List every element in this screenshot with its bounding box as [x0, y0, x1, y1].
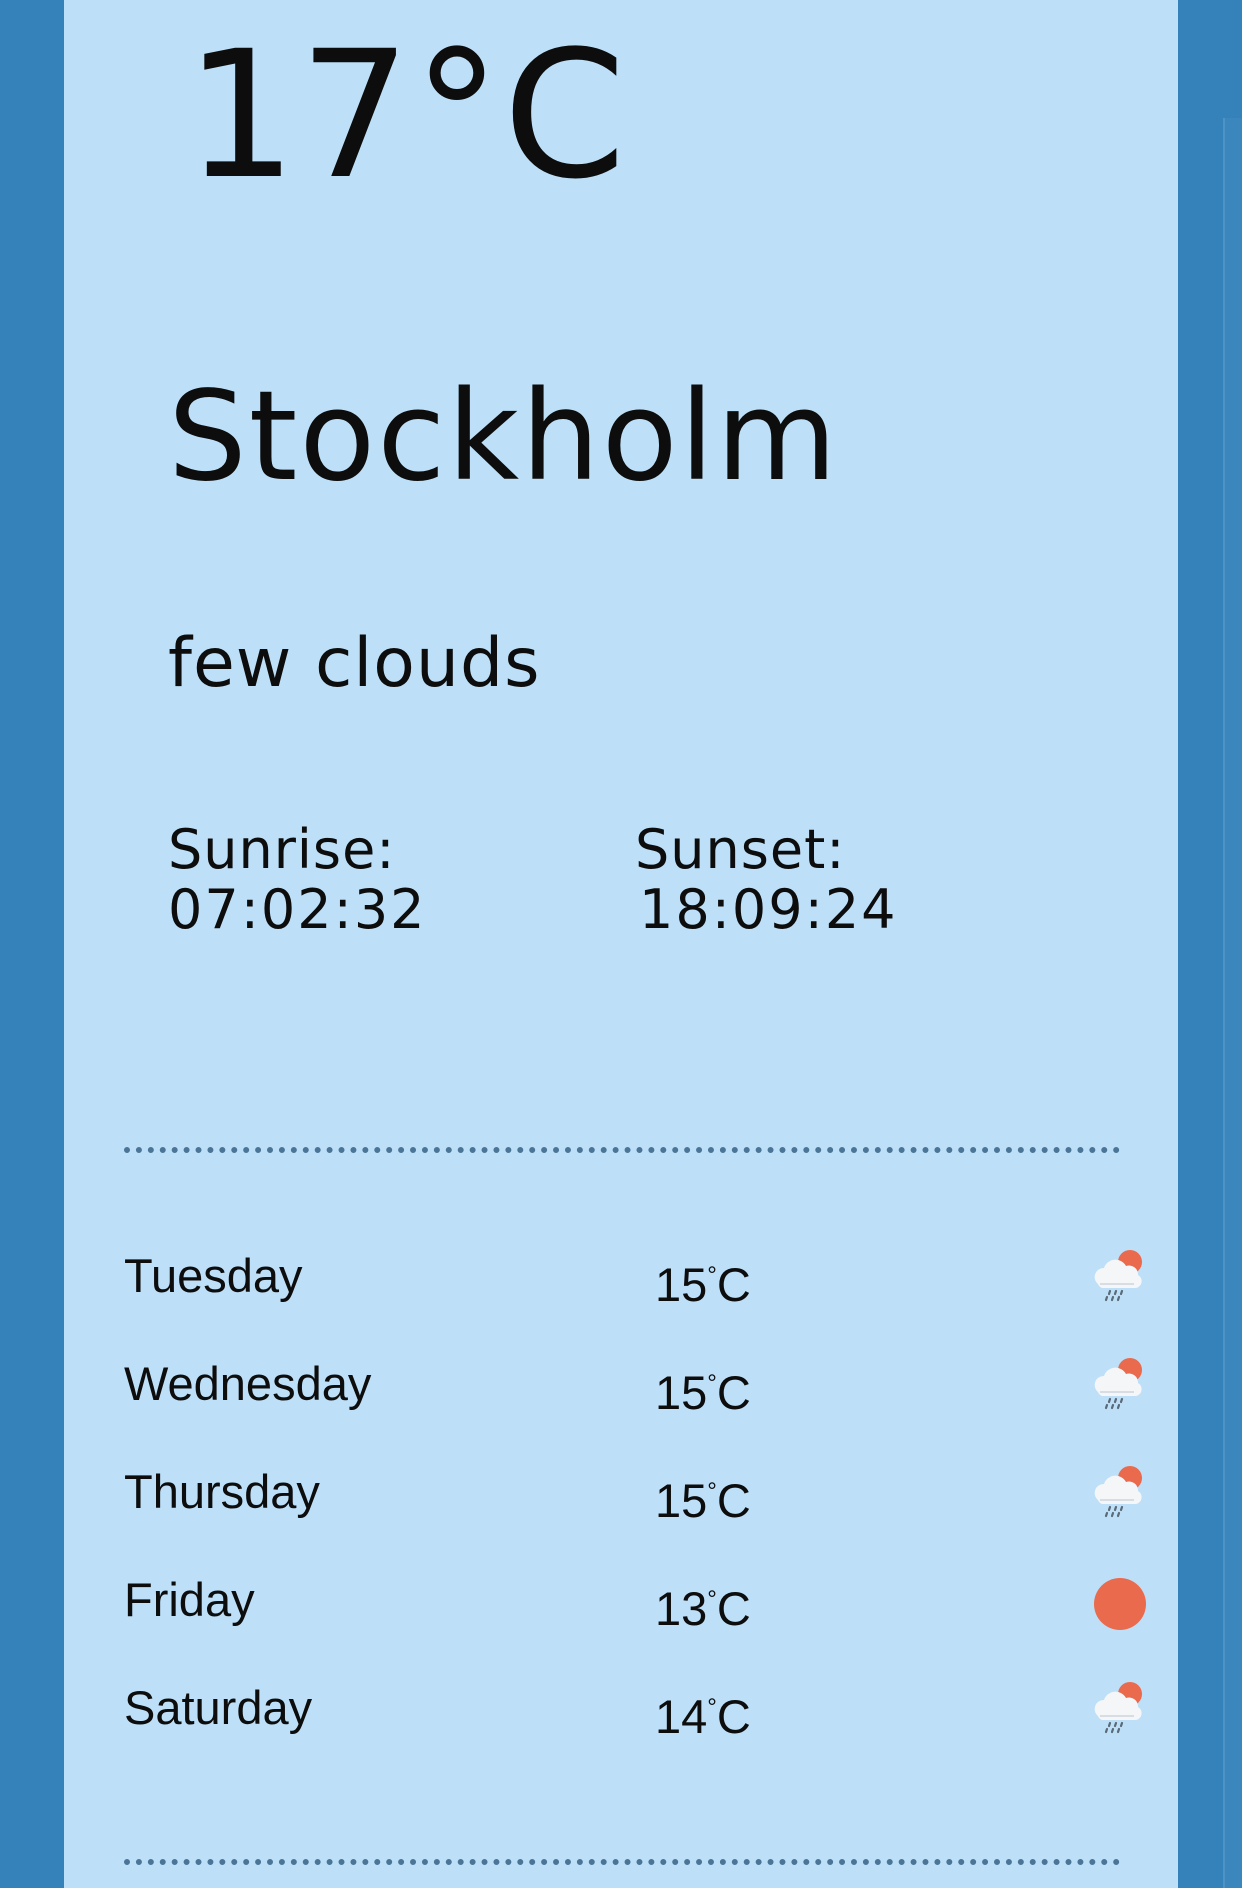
sunset-label: Sunset: — [635, 818, 846, 881]
rain-sun-cloud-icon — [1090, 1462, 1150, 1522]
divider-top — [124, 1147, 1120, 1153]
sunrise-label: Sunrise: — [168, 818, 396, 881]
weather-card: 17°C Stockholm few clouds Sunrise: 07:02… — [64, 0, 1178, 1888]
background-scroll-strip — [1223, 118, 1242, 1888]
forecast-day: Friday — [124, 1573, 255, 1626]
forecast-row-wednesday: Wednesday 15°C — [124, 1354, 1142, 1462]
forecast-day: Tuesday — [124, 1249, 303, 1302]
sunset-info: Sunset: 18:09:24 — [635, 820, 898, 940]
sunrise-info: Sunrise: 07:02:32 — [168, 820, 427, 940]
forecast-temp: 15°C — [655, 1366, 751, 1419]
sunrise-time: 07:02:32 — [168, 878, 427, 941]
rain-sun-cloud-icon — [1090, 1246, 1150, 1306]
rain-sun-cloud-icon — [1090, 1678, 1150, 1738]
divider-bottom — [124, 1859, 1120, 1865]
rain-sun-cloud-icon — [1090, 1354, 1150, 1414]
forecast-list: Tuesday 15°C Wednesday 15°C Thursday 15°… — [124, 1246, 1146, 1786]
city-name: Stockholm — [168, 365, 839, 509]
forecast-day: Wednesday — [124, 1357, 372, 1410]
forecast-row-saturday: Saturday 14°C — [124, 1678, 1142, 1786]
forecast-temp: 13°C — [655, 1582, 751, 1635]
current-temperature: 17°C — [185, 13, 628, 218]
weather-description: few clouds — [168, 624, 541, 703]
forecast-day: Thursday — [124, 1465, 320, 1518]
forecast-day: Saturday — [124, 1681, 313, 1734]
sunset-time: 18:09:24 — [639, 878, 898, 941]
forecast-temp: 14°C — [655, 1690, 751, 1743]
forecast-temp: 15°C — [655, 1258, 751, 1311]
forecast-row-tuesday: Tuesday 15°C — [124, 1246, 1142, 1354]
sun-icon — [1090, 1570, 1150, 1630]
forecast-row-thursday: Thursday 15°C — [124, 1462, 1142, 1570]
forecast-row-friday: Friday 13°C — [124, 1570, 1146, 1678]
forecast-temp: 15°C — [655, 1474, 751, 1527]
